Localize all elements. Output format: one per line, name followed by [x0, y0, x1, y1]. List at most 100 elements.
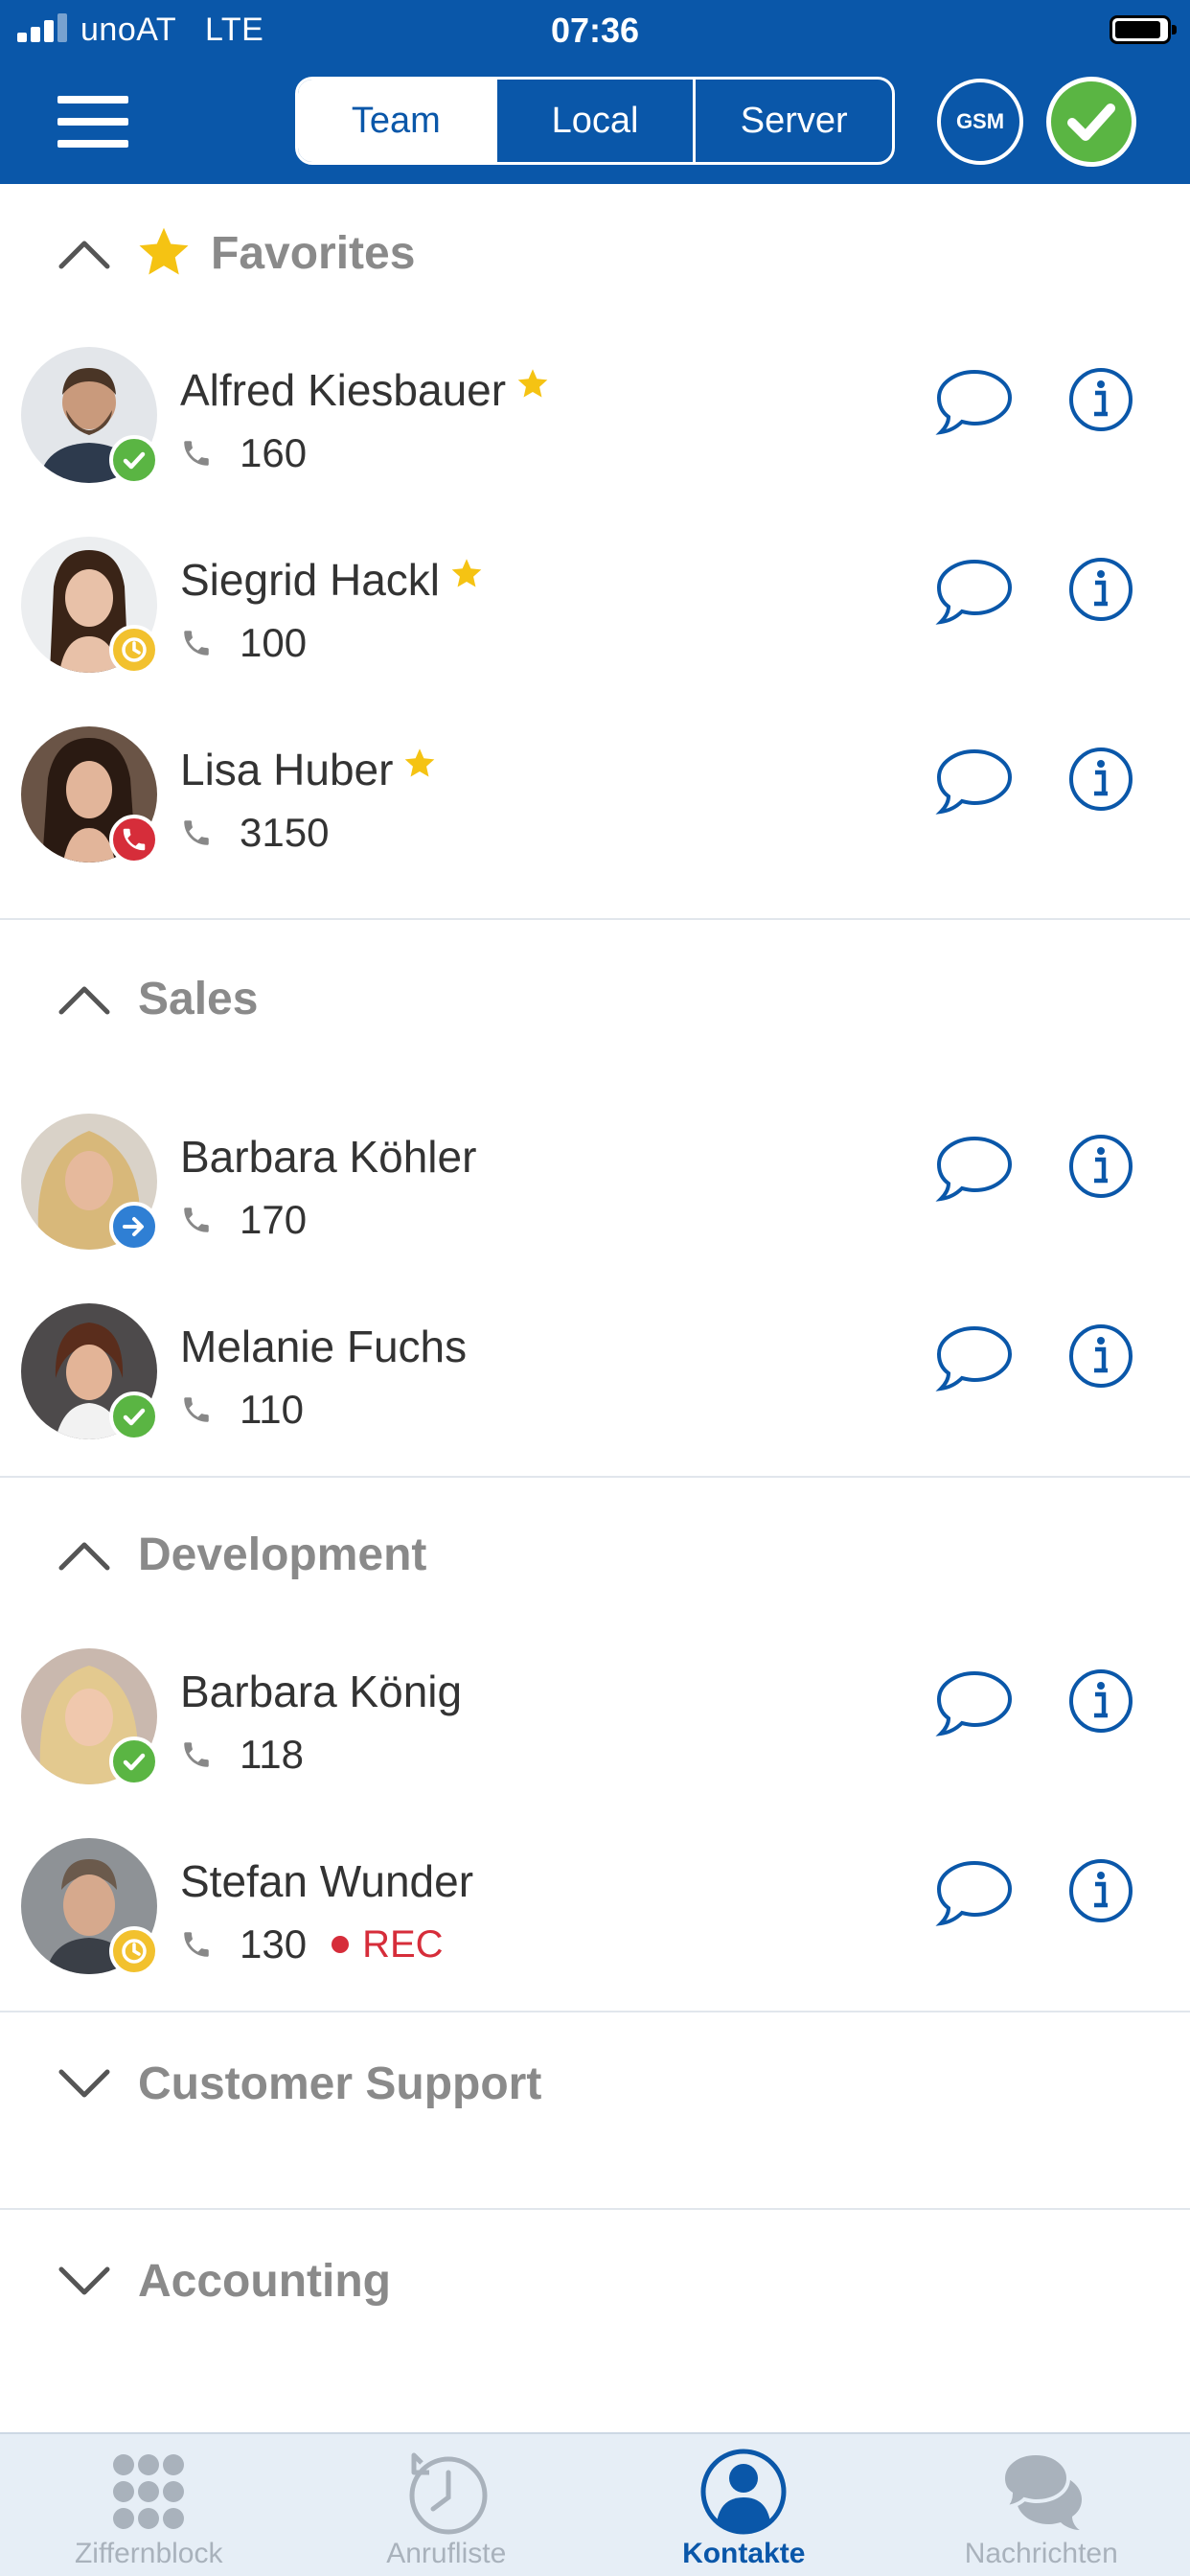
contact-name: Melanie Fuchs — [180, 1322, 468, 1371]
chevron-down-icon — [58, 2069, 110, 2098]
group-title: Sales — [138, 973, 259, 1024]
tab-ziffernblock[interactable]: Ziffernblock — [0, 2434, 298, 2576]
section-divider — [0, 2208, 1190, 2210]
phone-row: 118 — [180, 1731, 304, 1779]
info-icon[interactable] — [1067, 1322, 1134, 1390]
contact-row[interactable]: Alfred Kiesbauer 160 — [0, 330, 1190, 519]
hamburger-menu-button[interactable] — [57, 96, 128, 148]
tab-anrufliste[interactable]: Anrufliste — [298, 2434, 596, 2576]
chevron-up-icon — [58, 1542, 110, 1571]
rec-label: REC — [362, 1922, 444, 1966]
info-icon[interactable] — [1067, 556, 1134, 623]
info-icon[interactable] — [1067, 746, 1134, 813]
contact-name: Stefan Wunder — [180, 1856, 474, 1906]
phone-icon — [184, 1208, 209, 1232]
recording-indicator: REC — [332, 1922, 444, 1966]
status-bar: unoAT LTE 07:36 — [0, 0, 1190, 61]
favorite-star-icon — [451, 559, 482, 587]
chat-bubble-icon[interactable] — [933, 1668, 1016, 1744]
group-title: Accounting — [138, 2255, 391, 2307]
group-header-customer-support[interactable]: Customer Support — [0, 2041, 1190, 2126]
top-bar: unoAT LTE 07:36 Team Local Server GSM — [0, 0, 1190, 184]
tab-kontakte[interactable]: Kontakte — [595, 2434, 893, 2576]
group-header-sales[interactable]: Sales — [0, 956, 1190, 1041]
group-header-favorites[interactable]: Favorites — [0, 211, 1190, 295]
chat-bubble-icon[interactable] — [933, 1857, 1016, 1934]
contact-row[interactable]: Melanie Fuchs 110 — [0, 1286, 1190, 1476]
messages-icon — [999, 2450, 1082, 2530]
tab-label: Kontakte — [682, 2538, 806, 2569]
tab-label: Ziffernblock — [74, 2538, 223, 2569]
extension-number: 3150 — [240, 810, 330, 855]
extension-number: 118 — [240, 1732, 304, 1777]
source-segmented-control: Team Local Server — [295, 77, 895, 165]
phone-row: 160 — [180, 429, 307, 477]
arrow-right-icon — [123, 1217, 144, 1236]
info-icon[interactable] — [1067, 366, 1134, 433]
chat-bubble-icon[interactable] — [933, 1133, 1016, 1209]
group-title: Favorites — [211, 227, 416, 279]
bottom-tab-bar: Ziffernblock Anrufliste Kontakte Nachric… — [0, 2432, 1190, 2576]
status-available-badge — [109, 1392, 159, 1441]
contact-name: Siegrid Hackl — [180, 554, 484, 606]
info-icon[interactable] — [1067, 1857, 1134, 1924]
segment-team[interactable]: Team — [298, 80, 497, 162]
group-title: Development — [138, 1529, 427, 1580]
section-divider — [0, 1476, 1190, 1478]
chevron-up-icon — [58, 241, 110, 269]
group-header-development[interactable]: Development — [0, 1512, 1190, 1597]
call-history-icon — [409, 2452, 488, 2535]
tab-label: Anrufliste — [386, 2538, 507, 2569]
tab-nachrichten[interactable]: Nachrichten — [893, 2434, 1190, 2576]
status-forward-badge — [109, 1202, 159, 1252]
chat-bubble-icon[interactable] — [933, 1322, 1016, 1399]
favorite-star-icon — [405, 748, 435, 777]
chat-bubble-icon[interactable] — [933, 556, 1016, 632]
phone-icon — [184, 631, 209, 656]
contact-row[interactable]: Siegrid Hackl 100 — [0, 519, 1190, 709]
status-away-badge — [109, 625, 159, 675]
contact-name: Lisa Huber — [180, 744, 437, 795]
keypad-icon — [113, 2454, 185, 2529]
chat-bubble-icon[interactable] — [933, 746, 1016, 822]
segment-local[interactable]: Local — [497, 80, 697, 162]
phone-icon — [184, 820, 209, 845]
favorite-star-icon — [517, 369, 548, 398]
rec-dot-icon — [332, 1936, 350, 1953]
contact-row[interactable]: Stefan Wunder 130 REC — [0, 1821, 1190, 2011]
chevron-up-icon — [58, 986, 110, 1015]
tab-label: Nachrichten — [964, 2538, 1118, 2569]
contact-row[interactable]: Barbara König 118 — [0, 1631, 1190, 1821]
phone-row: 130 REC — [180, 1920, 444, 1968]
chat-bubble-icon[interactable] — [933, 366, 1016, 443]
checkmark-icon — [1067, 104, 1115, 141]
clock-icon — [122, 637, 147, 662]
phone-row: 100 — [180, 619, 307, 667]
info-icon[interactable] — [1067, 1133, 1134, 1200]
extension-number: 170 — [240, 1197, 308, 1242]
extension-number: 160 — [240, 430, 308, 475]
phone-hangup-icon — [123, 828, 146, 851]
chevron-down-icon — [58, 2266, 110, 2295]
contact-row[interactable]: Lisa Huber 3150 — [0, 709, 1190, 899]
contact-list: Favorites Alfred Kiesbauer 160 Siegrid H… — [0, 184, 1190, 2432]
group-header-accounting[interactable]: Accounting — [0, 2239, 1190, 2323]
status-away-badge — [109, 1926, 159, 1976]
info-icon[interactable] — [1067, 1668, 1134, 1735]
contact-name: Barbara Köhler — [180, 1132, 477, 1182]
status-busy-badge — [109, 815, 159, 864]
group-title: Customer Support — [138, 2058, 542, 2109]
extension-number: 130 — [240, 1921, 308, 1966]
segment-server[interactable]: Server — [696, 80, 892, 162]
section-divider — [0, 2011, 1190, 2012]
gsm-button[interactable]: GSM — [937, 79, 1023, 165]
star-icon — [139, 227, 189, 275]
presence-status-button[interactable] — [1046, 77, 1136, 167]
phone-icon — [184, 1397, 209, 1422]
extension-number: 110 — [240, 1387, 304, 1432]
phone-icon — [184, 441, 209, 466]
contact-name: Barbara König — [180, 1667, 463, 1716]
contact-row[interactable]: Barbara Köhler 170 — [0, 1096, 1190, 1286]
phone-row: 110 — [180, 1386, 304, 1434]
contact-name: Alfred Kiesbauer — [180, 364, 550, 416]
